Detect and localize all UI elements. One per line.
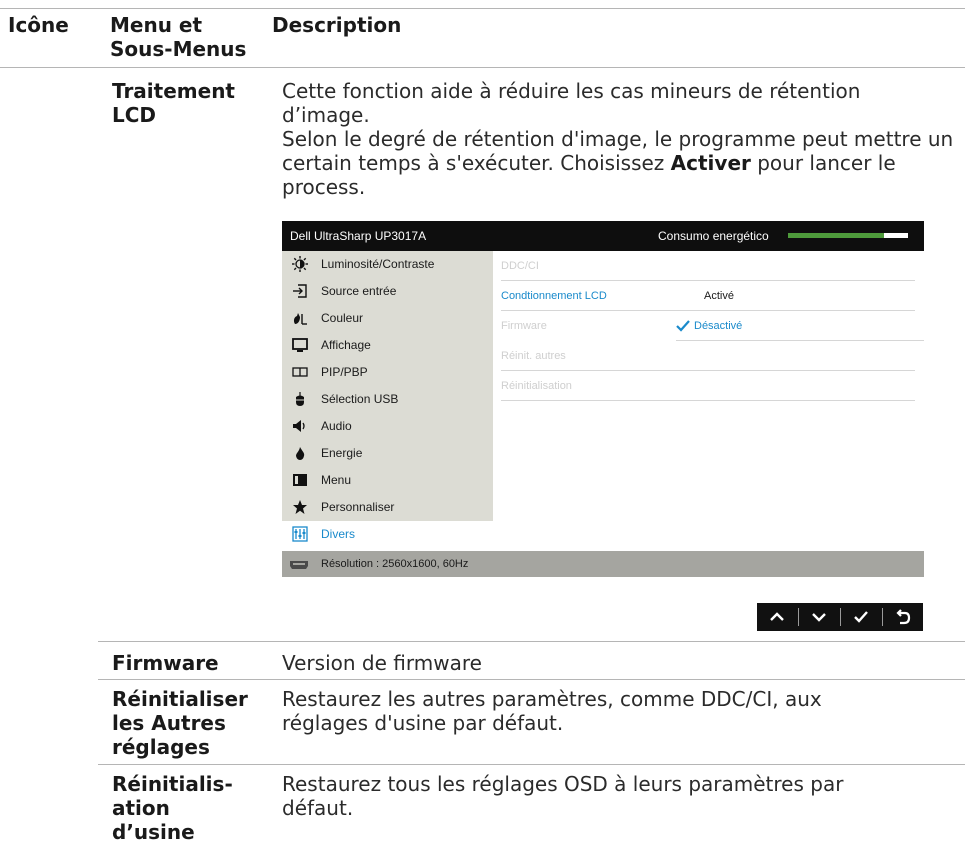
osd-option-ddc-ci[interactable]: DDC/CI: [501, 251, 915, 281]
osd-resolution-text: Résolution : 2560x1600, 60Hz: [321, 558, 469, 570]
osd-menu-item-color[interactable]: Couleur: [282, 305, 493, 332]
osd-value-enable[interactable]: Activé: [704, 290, 734, 302]
usb-mouse-icon: [292, 391, 308, 407]
osd-title-bar: Dell UltraSharp UP3017A Consumo energéti…: [282, 221, 924, 251]
osd-menu-item-usb-selection[interactable]: Sélection USB: [282, 386, 493, 413]
back-button[interactable]: [883, 603, 924, 631]
row-rule: [98, 679, 965, 680]
header-icon: Icône: [8, 13, 69, 37]
osd-nav-buttons: [757, 603, 923, 631]
pip-pbp-icon: [292, 364, 308, 380]
osd-option-label: Firmware: [501, 320, 547, 332]
row-rule: [98, 764, 965, 765]
lcd-description-2: Selon le degré de rétention d'image, le …: [282, 127, 954, 199]
osd-menu-label: Divers: [321, 527, 356, 541]
osd-menu-label: Couleur: [321, 311, 364, 325]
osd-menu-item-pip-pbp[interactable]: PIP/PBP: [282, 359, 493, 386]
osd-menu-label: Luminosité/Contraste: [321, 257, 435, 271]
display-icon: [292, 337, 308, 353]
osd-option-label: Réinit. autres: [501, 350, 566, 362]
firmware-description: Version de firmware: [282, 651, 482, 675]
row-label-factory-reset: Réinitialis-ation d’usine: [112, 772, 233, 844]
power-meter-fill: [788, 233, 884, 238]
header-menu: Menu et Sous-Menus: [110, 13, 247, 61]
header-description: Description: [272, 13, 402, 37]
osd-menu-item-display[interactable]: Affichage: [282, 332, 493, 359]
reset-other-description: Restaurez les autres paramètres, comme D…: [282, 687, 822, 735]
check-icon: [676, 320, 690, 335]
osd-option-label: Réinitialisation: [501, 380, 572, 392]
osd-menu-label: Sélection USB: [321, 392, 399, 406]
row-label-reset-other: Réinitialiser les Autres réglages: [112, 687, 248, 759]
hdmi-port-icon: [290, 560, 308, 569]
osd-model-name: Dell UltraSharp UP3017A: [290, 229, 427, 243]
header-rule: [0, 67, 965, 68]
osd-submenu-panel: DDC/CI Condtionnement LCD Activé Firmwar…: [493, 251, 924, 521]
speaker-icon: [292, 418, 308, 434]
osd-menu-label: Source entrée: [321, 284, 397, 298]
osd-power-label: Consumo energético: [658, 229, 769, 243]
row-rule: [98, 641, 965, 642]
osd-menu-label: Personnaliser: [321, 500, 395, 514]
osd-menu-item-others[interactable]: Divers: [282, 521, 493, 548]
menu-icon: [292, 472, 308, 488]
osd-menu-label: Affichage: [321, 338, 371, 352]
osd-menu-label: Energie: [321, 446, 363, 460]
energy-icon: [292, 445, 308, 461]
top-rule: [0, 8, 965, 9]
up-button[interactable]: [757, 603, 798, 631]
osd-menu-label: Menu: [321, 473, 352, 487]
osd-screenshot: Dell UltraSharp UP3017A Consumo energéti…: [282, 221, 924, 584]
factory-reset-description: Restaurez tous les réglages OSD à leurs …: [282, 772, 844, 820]
lcd-description-1: Cette fonction aide à réduire les cas mi…: [282, 79, 861, 127]
osd-menu-label: PIP/PBP: [321, 365, 368, 379]
activate-keyword: Activer: [670, 151, 751, 175]
osd-value-disable[interactable]: Désactivé: [694, 320, 742, 332]
osd-option-reset-other[interactable]: Réinit. autres: [501, 341, 915, 371]
brightness-icon: [292, 256, 308, 272]
osd-option-firmware[interactable]: Firmware Désactivé: [501, 311, 924, 341]
osd-menu-item-personalize[interactable]: Personnaliser: [282, 494, 493, 521]
down-button[interactable]: [799, 603, 840, 631]
osd-option-label: DDC/CI: [501, 260, 539, 272]
star-icon: [292, 499, 308, 515]
power-meter: [788, 233, 908, 238]
others-icon: [292, 526, 308, 542]
osd-option-factory-reset[interactable]: Réinitialisation: [501, 371, 915, 401]
osd-option-lcd-conditioning[interactable]: Condtionnement LCD Activé: [501, 281, 915, 311]
osd-value-row: Désactivé: [676, 311, 924, 341]
row-label-firmware: Firmware: [112, 651, 219, 675]
osd-menu-item-menu[interactable]: Menu: [282, 467, 493, 494]
confirm-button[interactable]: [841, 603, 882, 631]
osd-option-label: Condtionnement LCD: [501, 290, 607, 302]
osd-status-bar: Résolution : 2560x1600, 60Hz: [282, 551, 924, 577]
osd-menu-item-brightness[interactable]: Luminosité/Contraste: [282, 251, 493, 278]
osd-menu-item-energy[interactable]: Energie: [282, 440, 493, 467]
color-icon: [292, 310, 308, 326]
osd-menu-item-input-source[interactable]: Source entrée: [282, 278, 493, 305]
row-label-lcd-conditioning: Traitement LCD: [112, 79, 235, 127]
osd-menu-item-audio[interactable]: Audio: [282, 413, 493, 440]
osd-main-menu: Luminosité/Contraste Source entrée Coule…: [282, 251, 493, 548]
input-source-icon: [292, 283, 308, 299]
osd-menu-label: Audio: [321, 419, 352, 433]
